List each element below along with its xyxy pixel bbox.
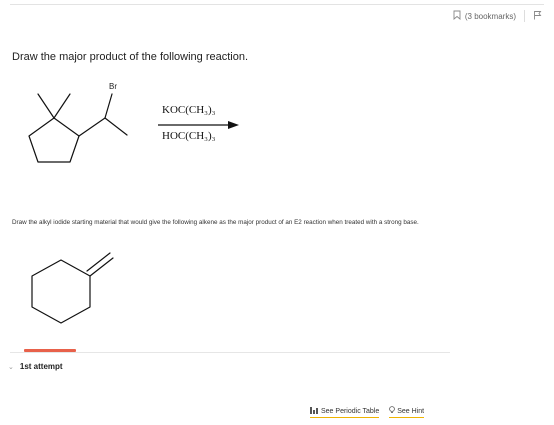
cyclopentane-ring — [28, 117, 80, 163]
footer-links: See Periodic Table See Hint — [310, 406, 425, 418]
periodic-table-link[interactable]: See Periodic Table — [310, 406, 380, 418]
lightbulb-icon — [389, 406, 396, 416]
periodic-table-label: See Periodic Table — [321, 407, 380, 415]
c-br-bond — [104, 93, 113, 119]
bookmark-icon[interactable] — [453, 10, 461, 22]
attempt-progress-bar — [24, 349, 76, 352]
methyl-bond — [37, 93, 55, 119]
bookmarks-area: (3 bookmarks) — [453, 10, 542, 22]
top-divider — [10, 4, 544, 5]
bromine-label: Br — [109, 82, 117, 91]
attempt-divider — [10, 352, 450, 353]
double-bond — [86, 252, 111, 272]
attempt-label: 1st attempt — [19, 362, 63, 371]
reagent-bottom: HOC(CH₃)₃ — [162, 130, 216, 142]
bookmarks-count[interactable]: (3 bookmarks) — [465, 12, 516, 21]
arrow-head — [228, 121, 239, 129]
flag-icon[interactable] — [533, 10, 542, 22]
question-prompt: Draw the major product of the following … — [12, 51, 249, 63]
attempt-toggle[interactable]: ⌄ 1st attempt — [8, 362, 63, 371]
periodic-table-icon — [310, 406, 319, 416]
hint-label: See Hint — [397, 407, 425, 415]
hint-link[interactable]: See Hint — [389, 406, 425, 418]
second-question-text: Draw the alkyl iodide starting material … — [12, 219, 419, 226]
chevron-down-icon[interactable]: ⌄ — [8, 363, 14, 371]
methyl-bond — [53, 93, 71, 119]
chain-bond — [78, 117, 106, 137]
cyclohexane-ring — [31, 259, 91, 324]
reaction-scheme — [28, 93, 239, 324]
separator — [524, 10, 525, 22]
reagent-top: KOC(CH₃)₃ — [162, 104, 216, 116]
methyl-bond — [104, 117, 128, 136]
double-bond — [89, 257, 114, 277]
